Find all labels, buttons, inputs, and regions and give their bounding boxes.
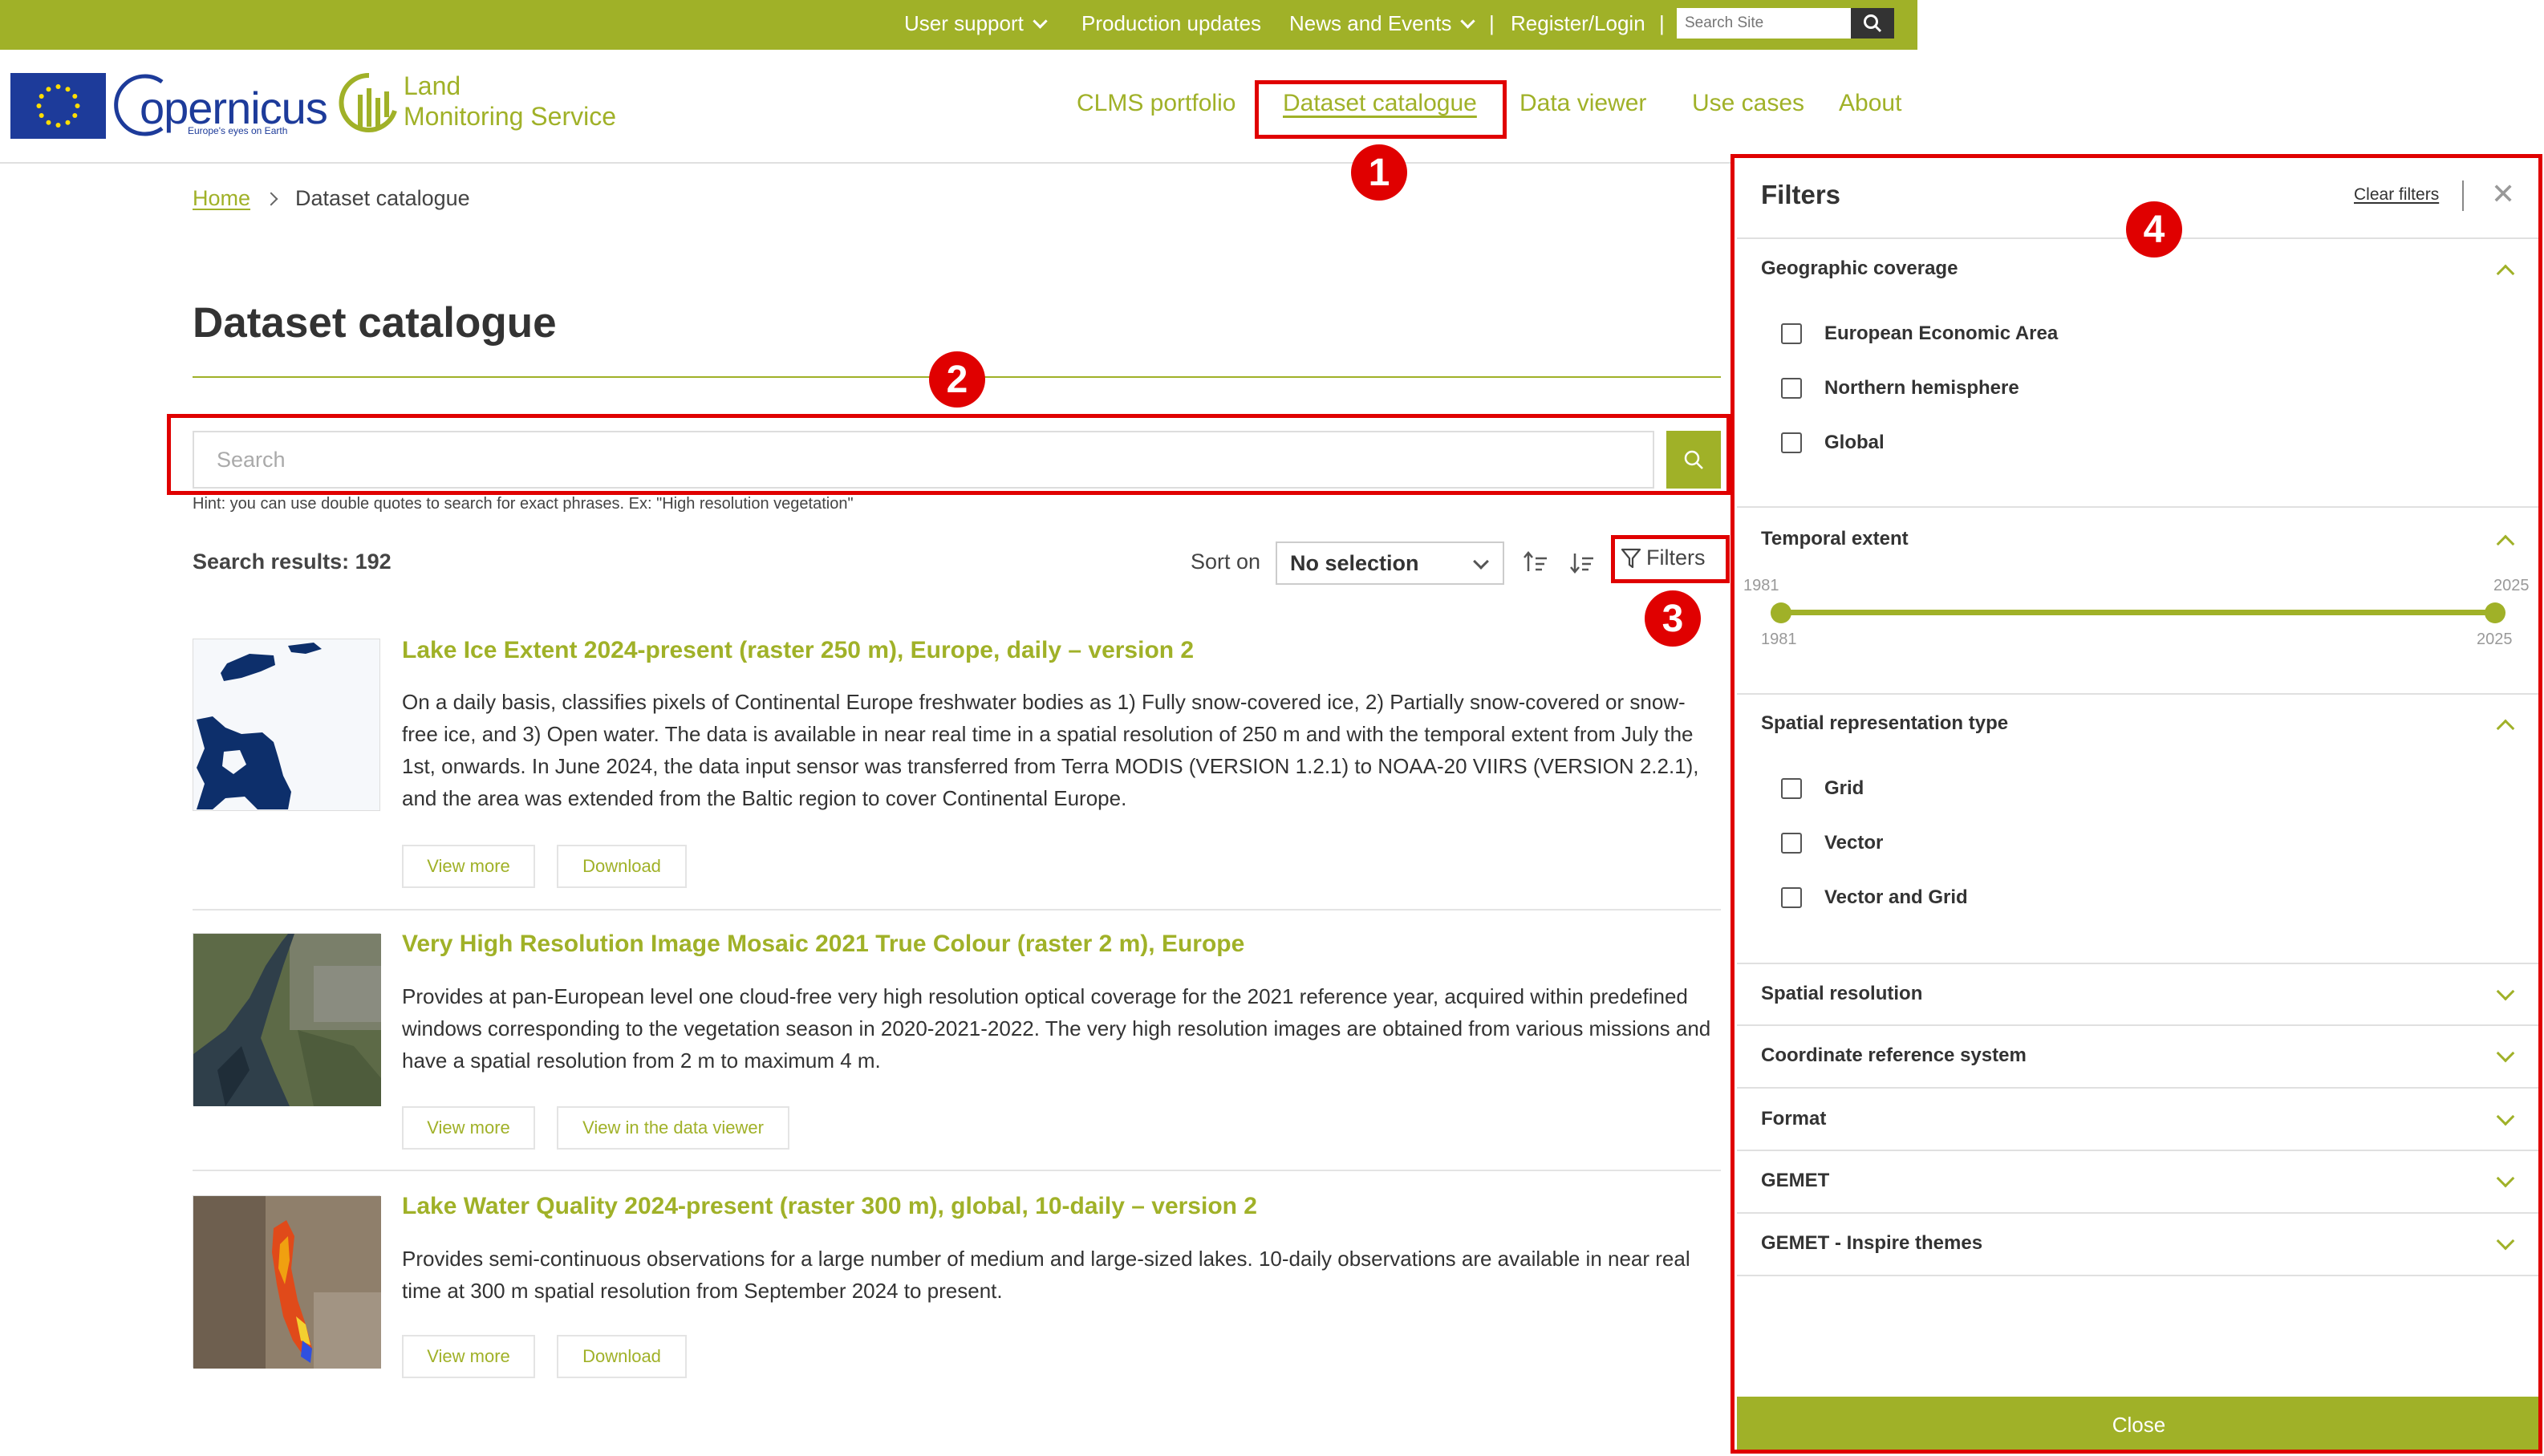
result-title-link[interactable]: Lake Ice Extent 2024-present (raster 250…: [402, 637, 1194, 664]
satellite-mosaic-image: [193, 934, 381, 1106]
eu-stars-icon: [36, 84, 80, 128]
annotation-box-1: [1255, 80, 1507, 139]
result-title-link[interactable]: Very High Resolution Image Mosaic 2021 T…: [402, 931, 1244, 958]
view-more-button[interactable]: View more: [402, 845, 535, 888]
chevron-down-icon: [1033, 14, 1048, 29]
results-count: Search results: 192: [193, 550, 392, 574]
production-updates-link[interactable]: Production updates: [1081, 10, 1261, 37]
result-divider: [193, 1170, 1721, 1171]
lake-water-quality-image: [193, 1196, 381, 1369]
result-description: On a daily basis, classifies pixels of C…: [402, 690, 1699, 810]
chevron-right-icon: [264, 192, 278, 205]
eu-flag-logo[interactable]: [10, 73, 106, 139]
view-more-button[interactable]: View more: [402, 1106, 535, 1150]
site-search-input[interactable]: [1685, 8, 1829, 39]
user-support-label: User support: [904, 11, 1024, 35]
sort-select[interactable]: No selection: [1276, 541, 1504, 585]
view-in-data-viewer-button[interactable]: View in the data viewer: [557, 1106, 789, 1150]
lms-line-2: Monitoring Service: [404, 102, 616, 131]
chevron-down-icon: [1460, 14, 1476, 29]
sort-select-value: No selection: [1290, 551, 1419, 575]
search-hint: Hint: you can use double quotes to searc…: [193, 495, 854, 513]
breadcrumb-home-link[interactable]: Home: [193, 186, 250, 211]
annotation-marker-4: 4: [2126, 201, 2182, 258]
result-thumbnail-lake-ice[interactable]: [193, 639, 380, 811]
header-divider: [0, 162, 1733, 164]
land-monitoring-service-logo[interactable]: Land Monitoring Service: [404, 71, 616, 132]
register-login-link[interactable]: Register/Login: [1511, 10, 1645, 37]
annotation-marker-3: 3: [1645, 590, 1701, 647]
site-search-button[interactable]: [1851, 8, 1894, 39]
result-description: Provides at pan-European level one cloud…: [402, 984, 1711, 1073]
land-monitoring-logo-icon[interactable]: [337, 71, 401, 138]
view-more-button[interactable]: View more: [402, 1335, 535, 1378]
chevron-down-icon: [1473, 554, 1489, 570]
result-description: Provides semi-continuous observations fo…: [402, 1247, 1690, 1303]
result-thumbnail-vhr-mosaic[interactable]: [193, 933, 381, 1106]
copernicus-tagline: Europe's eyes on Earth: [188, 125, 288, 136]
result-title-link[interactable]: Lake Water Quality 2024-present (raster …: [402, 1193, 1257, 1220]
site-search-box: [1677, 8, 1851, 39]
nav-use-cases[interactable]: Use cases: [1692, 90, 1804, 117]
breadcrumb: Home Dataset catalogue: [193, 186, 470, 211]
search-icon: [1864, 14, 1882, 33]
news-events-menu[interactable]: News and Events: [1289, 10, 1476, 37]
lms-line-1: Land: [404, 71, 461, 100]
nav-clms-portfolio[interactable]: CLMS portfolio: [1077, 90, 1235, 117]
nav-data-viewer[interactable]: Data viewer: [1520, 90, 1646, 117]
nav-about[interactable]: About: [1839, 90, 1901, 117]
page-title: Dataset catalogue: [193, 299, 557, 347]
sort-ascending-icon[interactable]: [1522, 549, 1549, 576]
user-support-menu[interactable]: User support: [904, 10, 1048, 37]
annotation-box-2: [167, 414, 1730, 495]
annotation-box-3: [1611, 535, 1730, 583]
sort-label: Sort on: [1191, 550, 1261, 574]
result-divider: [193, 909, 1721, 911]
annotation-marker-1: 1: [1351, 144, 1407, 201]
sort-descending-icon[interactable]: [1568, 549, 1596, 576]
lake-ice-map-image: [197, 643, 322, 809]
download-button[interactable]: Download: [557, 1335, 687, 1378]
top-separator: |: [1659, 11, 1665, 35]
download-button[interactable]: Download: [557, 845, 687, 888]
breadcrumb-current: Dataset catalogue: [295, 186, 470, 210]
copernicus-logo[interactable]: opernicus Europe's eyes on Earth: [112, 71, 328, 140]
result-thumbnail-lake-water-quality[interactable]: [193, 1195, 381, 1369]
top-separator: |: [1489, 11, 1495, 35]
news-events-label: News and Events: [1289, 11, 1452, 35]
annotation-marker-2: 2: [929, 351, 985, 408]
wheat-icon: [339, 72, 397, 132]
annotation-box-4: [1730, 154, 2542, 1454]
